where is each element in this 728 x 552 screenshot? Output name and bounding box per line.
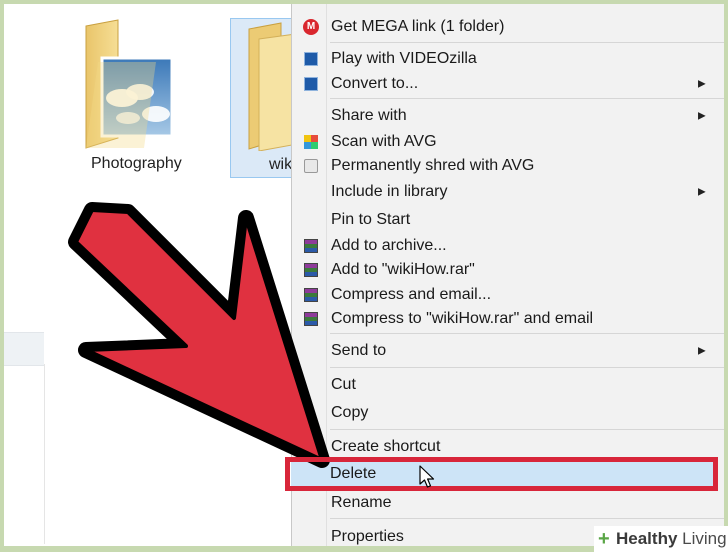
menu-item-cut[interactable]: Cut (292, 373, 728, 397)
menu-item-label: Pin to Start (331, 211, 411, 228)
menu-item-label: Add to archive... (331, 237, 447, 254)
frame-top (0, 0, 728, 4)
menu-separator (330, 42, 728, 43)
menu-item-label: Include in library (331, 183, 448, 200)
menu-item-shred-avg[interactable]: Permanently shred with AVG (292, 154, 728, 178)
shredder-icon (304, 159, 318, 173)
menu-item-label: Copy (331, 404, 369, 421)
menu-item-label: Cut (331, 376, 356, 393)
folder-label: Photography (91, 155, 182, 172)
menu-separator (330, 367, 728, 368)
submenu-arrow-icon: ▶ (698, 110, 706, 122)
menu-item-scan-avg[interactable]: Scan with AVG (292, 130, 728, 154)
submenu-arrow-icon: ▶ (698, 78, 706, 90)
frame-right (724, 0, 728, 552)
menu-item-create-shortcut[interactable]: Create shortcut (292, 435, 728, 459)
winrar-icon (304, 288, 318, 302)
delete-highlight-box (285, 457, 718, 491)
folder-with-photo-icon (85, 19, 174, 149)
menu-item-send-to[interactable]: Send to ▶ (292, 339, 728, 363)
avg-icon (304, 135, 318, 149)
menu-separator (330, 518, 728, 519)
menu-item-convert-to[interactable]: Convert to... ▶ (292, 72, 728, 96)
menu-item-label: Send to (331, 342, 387, 359)
mega-icon: M (303, 19, 319, 35)
videozilla-icon (304, 52, 318, 66)
menu-item-label: Compress and email... (331, 286, 492, 303)
menu-separator (330, 429, 728, 430)
menu-item-add-to-rar[interactable]: Add to "wikiHow.rar" (292, 258, 728, 282)
plus-logo-icon: + (598, 528, 610, 550)
menu-item-pin-to-start[interactable]: Pin to Start (292, 208, 728, 232)
healthy-living-watermark: + Healthy Living (594, 526, 728, 552)
frame-left (0, 0, 4, 552)
menu-item-label: Rename (331, 494, 392, 511)
winrar-icon (304, 263, 318, 277)
menu-item-label: Compress to "wikiHow.rar" and email (331, 310, 594, 327)
menu-item-label: Properties (331, 528, 404, 545)
folder-photography[interactable]: Photography (78, 18, 198, 178)
menu-item-add-to-archive[interactable]: Add to archive... (292, 234, 728, 258)
pane-divider (44, 364, 45, 544)
winrar-icon (304, 239, 318, 253)
menu-item-compress-rar-email[interactable]: Compress to "wikiHow.rar" and email (292, 307, 728, 331)
menu-item-label: Permanently shred with AVG (331, 157, 535, 174)
winrar-icon (304, 312, 318, 326)
videozilla-icon (304, 77, 318, 91)
navigation-pane-strip (4, 332, 44, 366)
menu-item-label: Get MEGA link (1 folder) (331, 18, 505, 35)
menu-item-share-with[interactable]: Share with ▶ (292, 104, 728, 128)
menu-item-play-videozilla[interactable]: Play with VIDEOzilla (292, 47, 728, 71)
submenu-arrow-icon: ▶ (698, 186, 706, 198)
menu-item-label: Play with VIDEOzilla (331, 50, 477, 67)
menu-item-copy[interactable]: Copy (292, 401, 728, 425)
menu-item-label: Share with (331, 107, 407, 124)
menu-item-get-mega-link[interactable]: M Get MEGA link (1 folder) (292, 15, 728, 39)
menu-item-label: Create shortcut (331, 438, 441, 455)
submenu-arrow-icon: ▶ (698, 345, 706, 357)
menu-item-label: Scan with AVG (331, 133, 437, 150)
watermark-text: Healthy Living (616, 529, 727, 548)
menu-item-compress-email[interactable]: Compress and email... (292, 283, 728, 307)
menu-item-include-in-library[interactable]: Include in library ▶ (292, 180, 728, 204)
menu-item-rename[interactable]: Rename (292, 491, 728, 515)
mouse-cursor-icon (419, 465, 435, 488)
menu-item-label: Convert to... (331, 75, 419, 92)
menu-separator (330, 98, 728, 99)
menu-item-label: Add to "wikiHow.rar" (331, 261, 475, 278)
menu-separator (330, 333, 728, 334)
